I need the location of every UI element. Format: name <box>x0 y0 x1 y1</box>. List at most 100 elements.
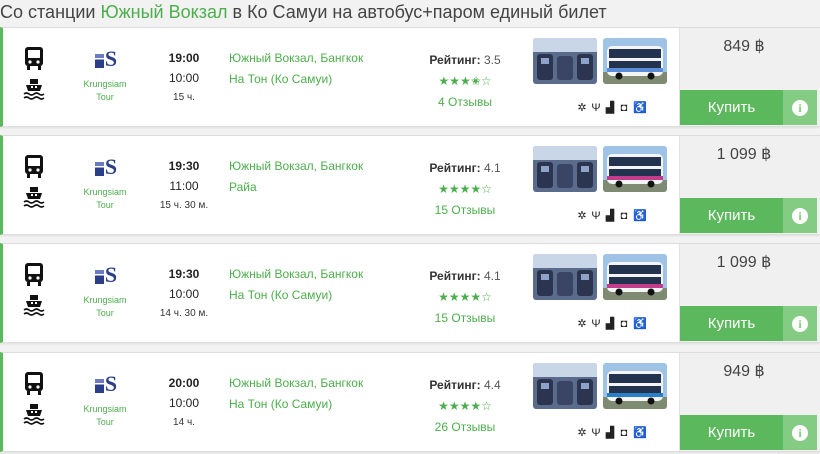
trip-times: 19:00 10:00 15 ч. <box>153 48 215 108</box>
to-station[interactable]: Райа <box>229 177 409 198</box>
arrival-time: 11:00 <box>169 179 199 193</box>
price: 849 ฿ <box>723 38 765 55</box>
trip-duration: 15 ч. <box>173 92 195 103</box>
bus-photos[interactable] <box>533 363 669 409</box>
from-station[interactable]: Южный Вокзал, Бангкок <box>229 264 409 285</box>
food-icon: Ψ <box>591 210 601 222</box>
trip-card[interactable]: S Krungsiam Tour 19:00 10:00 15 ч. Южный … <box>0 27 820 127</box>
trip-card[interactable]: S Krungsiam Tour 20:00 10:00 14 ч. Южный … <box>0 352 820 452</box>
from-station[interactable]: Южный Вокзал, Бангкок <box>229 48 409 69</box>
company[interactable]: S Krungsiam Tour <box>75 46 135 104</box>
logo-letter: S <box>104 371 117 396</box>
stations: Южный Вокзал, Бангкок Райа <box>229 156 409 198</box>
food-icon: Ψ <box>591 427 601 439</box>
company[interactable]: S Krungsiam Tour <box>75 262 135 320</box>
stations: Южный Вокзал, Бангкок На Тон (Ко Самуи) <box>229 373 409 415</box>
toilet-icon: ♿ <box>633 210 647 222</box>
departure-time: 19:30 <box>168 267 200 281</box>
info-button[interactable]: i <box>783 415 817 450</box>
amenities: ✲ Ψ ▟ ◘ ♿ <box>577 209 647 223</box>
company-logo: S <box>75 371 135 397</box>
bus-photo-exterior[interactable] <box>603 254 667 300</box>
from-station[interactable]: Южный Вокзал, Бангкок <box>229 156 409 177</box>
tv-icon: ◘ <box>620 318 628 330</box>
rating-label: Рейтинг: <box>429 161 481 175</box>
toilet-icon: ♿ <box>633 318 647 330</box>
food-icon: Ψ <box>591 102 601 114</box>
reviews-link[interactable]: 4 Отзывы <box>425 92 505 113</box>
buy-button[interactable]: Купить <box>680 306 783 341</box>
reviews-link[interactable]: 15 Отзывы <box>425 200 505 221</box>
trip-times: 19:30 10:00 14 ч. 30 м. <box>153 264 215 324</box>
rating-stars: ★★★★☆ <box>438 182 492 196</box>
rating: Рейтинг: 4.1 ★★★★☆ 15 Отзывы <box>425 158 505 221</box>
signal-icon: ▟ <box>605 427 615 439</box>
signal-icon: ▟ <box>605 102 615 114</box>
to-station[interactable]: На Тон (Ко Самуи) <box>229 285 409 306</box>
to-station[interactable]: На Тон (Ко Самуи) <box>229 69 409 90</box>
price: 1 099 ฿ <box>716 146 772 163</box>
rating: Рейтинг: 4.1 ★★★★☆ 15 Отзывы <box>425 266 505 329</box>
trip-card[interactable]: S Krungsiam Tour 19:30 10:00 14 ч. 30 м. … <box>0 243 820 343</box>
company-name[interactable]: Krungsiam Tour <box>75 186 135 212</box>
food-icon: Ψ <box>591 318 601 330</box>
transport-icons <box>23 154 51 214</box>
logo-letter: S <box>104 154 117 179</box>
company[interactable]: S Krungsiam Tour <box>75 371 135 429</box>
price-column: 849 ฿ Купить i <box>679 28 820 126</box>
bus-photo-interior[interactable] <box>533 38 597 84</box>
bus-photo-exterior[interactable] <box>603 146 667 192</box>
company[interactable]: S Krungsiam Tour <box>75 154 135 212</box>
logo-letter: S <box>104 46 117 71</box>
amenities: ✲ Ψ ▟ ◘ ♿ <box>577 426 647 440</box>
to-station[interactable]: На Тон (Ко Самуи) <box>229 394 409 415</box>
ferry-icon <box>23 404 45 425</box>
bus-photo-interior[interactable] <box>533 363 597 409</box>
price: 949 ฿ <box>723 363 765 380</box>
from-station[interactable]: Южный Вокзал, Бангкок <box>229 373 409 394</box>
price-column: 1 099 ฿ Купить i <box>679 244 820 342</box>
rating-label: Рейтинг: <box>429 53 481 67</box>
bus-icon <box>25 155 43 178</box>
trip-times: 20:00 10:00 14 ч. <box>153 373 215 433</box>
rating-value: 4.4 <box>483 378 501 392</box>
amenities: ✲ Ψ ▟ ◘ ♿ <box>577 101 646 115</box>
ferry-icon <box>23 187 45 208</box>
bus-icon <box>25 372 43 395</box>
amenities: ✲ Ψ ▟ ◘ ♿ <box>577 317 647 331</box>
buy-button[interactable]: Купить <box>680 198 783 233</box>
buy-button[interactable]: Купить <box>680 415 783 450</box>
stations: Южный Вокзал, Бангкок На Тон (Ко Самуи) <box>229 48 409 90</box>
bus-photo-exterior[interactable] <box>603 363 667 409</box>
signal-icon: ▟ <box>605 318 615 330</box>
buy-button[interactable]: Купить <box>680 90 783 125</box>
transport-icons <box>23 262 51 322</box>
tv-icon: ◘ <box>620 427 628 439</box>
bus-photos[interactable] <box>533 38 669 84</box>
bus-photos[interactable] <box>533 254 669 300</box>
info-button[interactable]: i <box>783 198 817 233</box>
tv-icon: ◘ <box>620 102 628 114</box>
departure-time: 19:00 <box>168 51 200 65</box>
company-name[interactable]: Krungsiam Tour <box>75 294 135 320</box>
reviews-link[interactable]: 26 Отзывы <box>425 417 505 438</box>
bus-photos[interactable] <box>533 146 669 192</box>
trip-card[interactable]: S Krungsiam Tour 19:30 11:00 15 ч. 30 м. … <box>0 135 820 235</box>
reviews-link[interactable]: 15 Отзывы <box>425 308 505 329</box>
wifi-icon: ✲ <box>577 427 587 439</box>
bus-photo-interior[interactable] <box>533 146 597 192</box>
company-name[interactable]: Krungsiam Tour <box>75 78 135 104</box>
rating-label: Рейтинг: <box>429 269 481 283</box>
wifi-icon: ✲ <box>577 318 587 330</box>
bus-photo-exterior[interactable] <box>603 38 667 84</box>
company-logo: S <box>75 262 135 288</box>
info-button[interactable]: i <box>783 306 817 341</box>
info-button[interactable]: i <box>783 90 817 125</box>
signal-icon: ▟ <box>605 210 615 222</box>
toilet-icon: ♿ <box>633 427 647 439</box>
transport-icons <box>23 371 51 431</box>
title-station-link[interactable]: Южный Вокзал <box>100 2 227 22</box>
departure-time: 20:00 <box>168 376 200 390</box>
company-name[interactable]: Krungsiam Tour <box>75 403 135 429</box>
bus-photo-interior[interactable] <box>533 254 597 300</box>
